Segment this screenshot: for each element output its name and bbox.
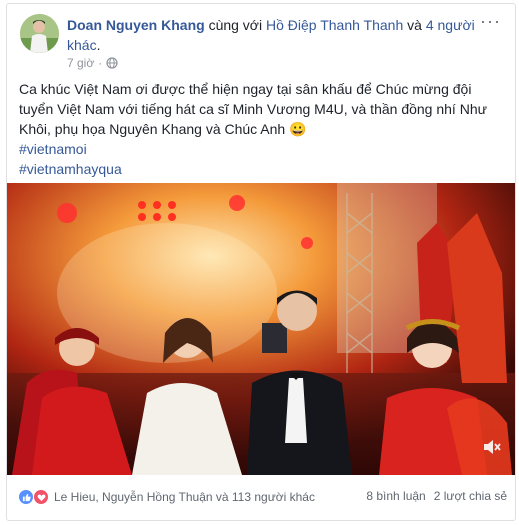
post-text: Ca khúc Việt Nam ơi được thể hiện ngay t… <box>19 81 487 137</box>
hashtag-vietnamhayqua[interactable]: #vietnamhayqua <box>19 159 507 179</box>
video-player[interactable] <box>7 183 515 475</box>
post-header: Doan Nguyen Khang cùng với Hồ Điệp Thanh… <box>67 15 487 55</box>
and-text: và <box>407 17 422 33</box>
speaker-icon[interactable] <box>482 438 502 461</box>
post-time[interactable]: 7 giờ <box>67 56 94 70</box>
engagement-counts: 8 bình luận 2 lượt chia sẻ <box>366 489 507 503</box>
with-text: cùng với <box>208 17 263 33</box>
post-meta: 7 giờ · <box>67 56 118 70</box>
separator: · <box>98 56 103 70</box>
avatar-image <box>20 14 59 53</box>
reactions-text: Le Hieu, Nguyễn Hồng Thuận và 113 người … <box>54 490 315 504</box>
post-card: Doan Nguyen Khang cùng với Hồ Điệp Thanh… <box>6 3 516 521</box>
reactions-summary[interactable]: Le Hieu, Nguyễn Hồng Thuận và 113 người … <box>18 489 315 505</box>
period-text: . <box>96 37 101 53</box>
more-options-icon[interactable]: ··· <box>480 12 501 30</box>
shares-count[interactable]: 2 lượt chia sẻ <box>434 489 507 503</box>
avatar[interactable] <box>20 14 59 53</box>
comments-count[interactable]: 8 bình luận <box>366 489 425 503</box>
tagged-person-link[interactable]: Hồ Điệp Thanh Thanh <box>266 17 403 33</box>
hashtag-vietnamoi[interactable]: #vietnamoi <box>19 139 507 159</box>
post-footer: Le Hieu, Nguyễn Hồng Thuận và 113 người … <box>7 475 515 520</box>
love-reaction-icon <box>33 489 49 505</box>
author-name[interactable]: Doan Nguyen Khang <box>67 17 205 33</box>
globe-icon[interactable] <box>106 57 118 69</box>
like-reaction-icon <box>18 489 34 505</box>
post-text-container: Ca khúc Việt Nam ơi được thể hiện ngay t… <box>19 79 507 179</box>
video-frame <box>7 183 515 475</box>
